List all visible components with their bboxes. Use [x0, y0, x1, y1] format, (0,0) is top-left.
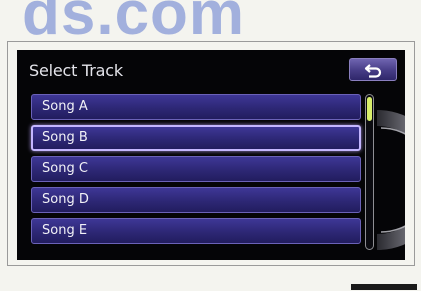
page-corner-strip	[351, 284, 417, 290]
track-item[interactable]: Song C	[31, 156, 361, 182]
track-item[interactable]: Song A	[31, 94, 361, 120]
track-list: Song A Song B Song C Song D Song E	[31, 94, 361, 249]
track-select-screen: Select Track Song A Song B Song C Song D…	[17, 50, 405, 260]
track-item[interactable]: Song D	[31, 187, 361, 213]
control-dial-graphic	[376, 110, 405, 250]
track-item[interactable]: Song E	[31, 218, 361, 244]
back-arrow-icon	[364, 63, 382, 78]
track-item-selected[interactable]: Song B	[31, 125, 361, 151]
back-button[interactable]	[349, 58, 397, 81]
page-title: Select Track	[29, 61, 123, 80]
